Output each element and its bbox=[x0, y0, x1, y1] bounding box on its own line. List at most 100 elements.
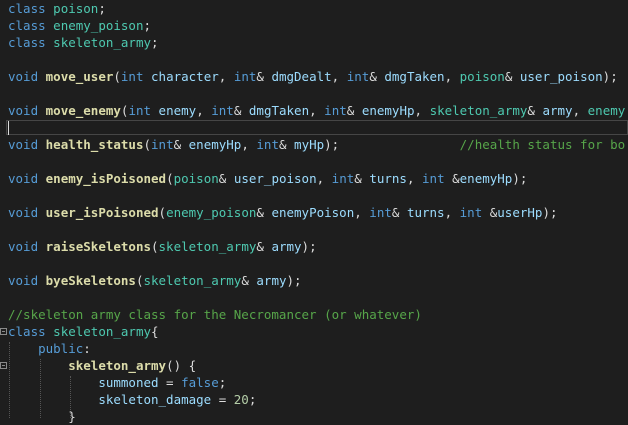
fold-toggle-class-icon[interactable] bbox=[0, 328, 7, 335]
code-token-fn: raiseSkeletons bbox=[45, 239, 151, 254]
code-token-id: army bbox=[271, 239, 302, 254]
code-token-txt: & bbox=[218, 171, 234, 186]
code-line[interactable] bbox=[8, 119, 628, 136]
code-token-kw: class bbox=[8, 324, 46, 339]
code-token-txt: { bbox=[151, 324, 159, 339]
code-token-txt: ; bbox=[218, 375, 227, 390]
code-token-fn: skeleton_army bbox=[68, 358, 167, 373]
code-token-txt: ); bbox=[512, 171, 528, 186]
code-token-id: turns bbox=[369, 171, 407, 186]
code-line[interactable]: void raiseSkeletons(skeleton_army& army)… bbox=[8, 238, 628, 255]
code-token-id: dmgDealt bbox=[271, 69, 332, 84]
code-token-cls: poison bbox=[459, 69, 505, 84]
code-line[interactable]: skeleton_army() { bbox=[8, 357, 628, 374]
code-token-txt: , bbox=[444, 69, 460, 84]
code-line[interactable] bbox=[8, 289, 628, 306]
code-token-txt: , bbox=[316, 171, 332, 186]
code-token-fn: move_enemy bbox=[45, 103, 121, 118]
fold-toggle-constructor-icon[interactable] bbox=[0, 362, 7, 369]
code-token-txt: & bbox=[527, 103, 543, 118]
code-token-cm: //skeleton army class for the Necromance… bbox=[8, 307, 422, 322]
code-line[interactable] bbox=[8, 255, 628, 272]
code-line[interactable]: void health_status(int& enemyHp, int& my… bbox=[8, 136, 628, 153]
code-token-txt: , bbox=[444, 205, 460, 220]
code-token-num: 20 bbox=[233, 392, 249, 407]
code-token-txt: : bbox=[83, 341, 91, 356]
code-token-txt: , bbox=[309, 103, 325, 118]
code-token-txt: () { bbox=[166, 358, 197, 373]
code-token-kw: void bbox=[8, 137, 39, 152]
code-token-kw: int bbox=[369, 205, 392, 220]
code-line[interactable]: skeleton_damage = 20; bbox=[8, 391, 628, 408]
code-line[interactable] bbox=[8, 51, 628, 68]
code-token-kw: int bbox=[151, 137, 174, 152]
code-token-cls: enemy_poison bbox=[166, 205, 257, 220]
code-token-txt: & bbox=[369, 69, 385, 84]
code-token-kw: int bbox=[422, 171, 445, 186]
code-line[interactable]: void user_isPoisoned(enemy_poison& enemy… bbox=[8, 204, 628, 221]
code-editor[interactable]: class poison; class enemy_poison; class sk… bbox=[0, 0, 628, 424]
code-token-txt: , bbox=[406, 171, 423, 186]
code-line[interactable]: //skeleton army class for the Necromance… bbox=[8, 306, 628, 323]
code-line[interactable]: public: bbox=[8, 340, 628, 357]
code-line[interactable]: void byeSkeletons(skeleton_army& army); bbox=[8, 272, 628, 289]
code-token-txt: ); bbox=[542, 205, 558, 220]
code-token-txt: & bbox=[278, 137, 295, 152]
code-token-kw: false bbox=[181, 375, 219, 390]
code-line[interactable]: } bbox=[8, 408, 628, 425]
code-token-txt: & bbox=[504, 69, 520, 84]
code-token-txt: ; bbox=[151, 35, 159, 50]
code-line[interactable] bbox=[8, 221, 628, 238]
code-token-kw: void bbox=[8, 171, 39, 186]
code-token-kw: int bbox=[324, 103, 347, 118]
code-line[interactable]: void enemy_isPoisoned(poison& user_poiso… bbox=[8, 170, 628, 187]
code-token-kw: int bbox=[128, 103, 152, 118]
code-line[interactable]: summoned = false; bbox=[8, 374, 628, 391]
code-token-id: army bbox=[542, 103, 573, 118]
code-line[interactable] bbox=[8, 187, 628, 204]
code-token-txt: ; bbox=[143, 18, 152, 33]
code-token-cls: enemy bbox=[587, 103, 626, 118]
code-token-txt: & bbox=[256, 205, 272, 220]
code-token-id: summoned bbox=[98, 375, 159, 390]
code-token-txt: & bbox=[482, 205, 498, 220]
code-token-txt: & bbox=[354, 171, 370, 186]
code-token-txt: ; bbox=[248, 392, 257, 407]
code-token-txt: & bbox=[391, 205, 407, 220]
code-line[interactable]: void move_enemy(int enemy, int& dmgTaken… bbox=[8, 102, 628, 119]
code-token-fn: health_status bbox=[45, 137, 144, 152]
code-token-cls: skeleton_army bbox=[143, 273, 242, 288]
code-token-txt: ); bbox=[324, 137, 340, 152]
code-line[interactable] bbox=[8, 85, 628, 102]
code-token-cls: poison bbox=[53, 1, 99, 16]
code-token-cls: skeleton_army bbox=[53, 324, 152, 339]
code-token-txt: & bbox=[444, 171, 460, 186]
code-line[interactable]: class skeleton_army; bbox=[8, 34, 628, 51]
code-line[interactable]: class poison; bbox=[8, 0, 628, 17]
code-line[interactable] bbox=[8, 153, 628, 170]
code-token-txt: & bbox=[173, 137, 189, 152]
code-token-fn: enemy_isPoisoned bbox=[45, 171, 167, 186]
code-token-kw: class bbox=[8, 1, 46, 16]
code-line[interactable]: void move_user(int character, int& dmgDe… bbox=[8, 68, 628, 85]
code-token-txt: & bbox=[233, 103, 249, 118]
code-token-kw: void bbox=[8, 69, 39, 84]
code-token-txt: , bbox=[241, 137, 257, 152]
code-token-kw: int bbox=[346, 69, 370, 84]
code-token-cls: skeleton_army bbox=[158, 239, 257, 254]
code-token-kw: int bbox=[459, 205, 483, 220]
code-token-txt: , bbox=[196, 103, 212, 118]
code-token-txt: ( bbox=[166, 171, 174, 186]
code-token-cls: skeleton_army bbox=[53, 35, 152, 50]
code-token-id: user_poison bbox=[519, 69, 603, 84]
code-line[interactable]: class enemy_poison; bbox=[8, 17, 628, 34]
code-token-txt: ; bbox=[98, 1, 106, 16]
code-token-id: myHp bbox=[294, 137, 325, 152]
code-line[interactable]: class skeleton_army{ bbox=[8, 323, 628, 340]
code-token-kw: public bbox=[38, 341, 84, 356]
